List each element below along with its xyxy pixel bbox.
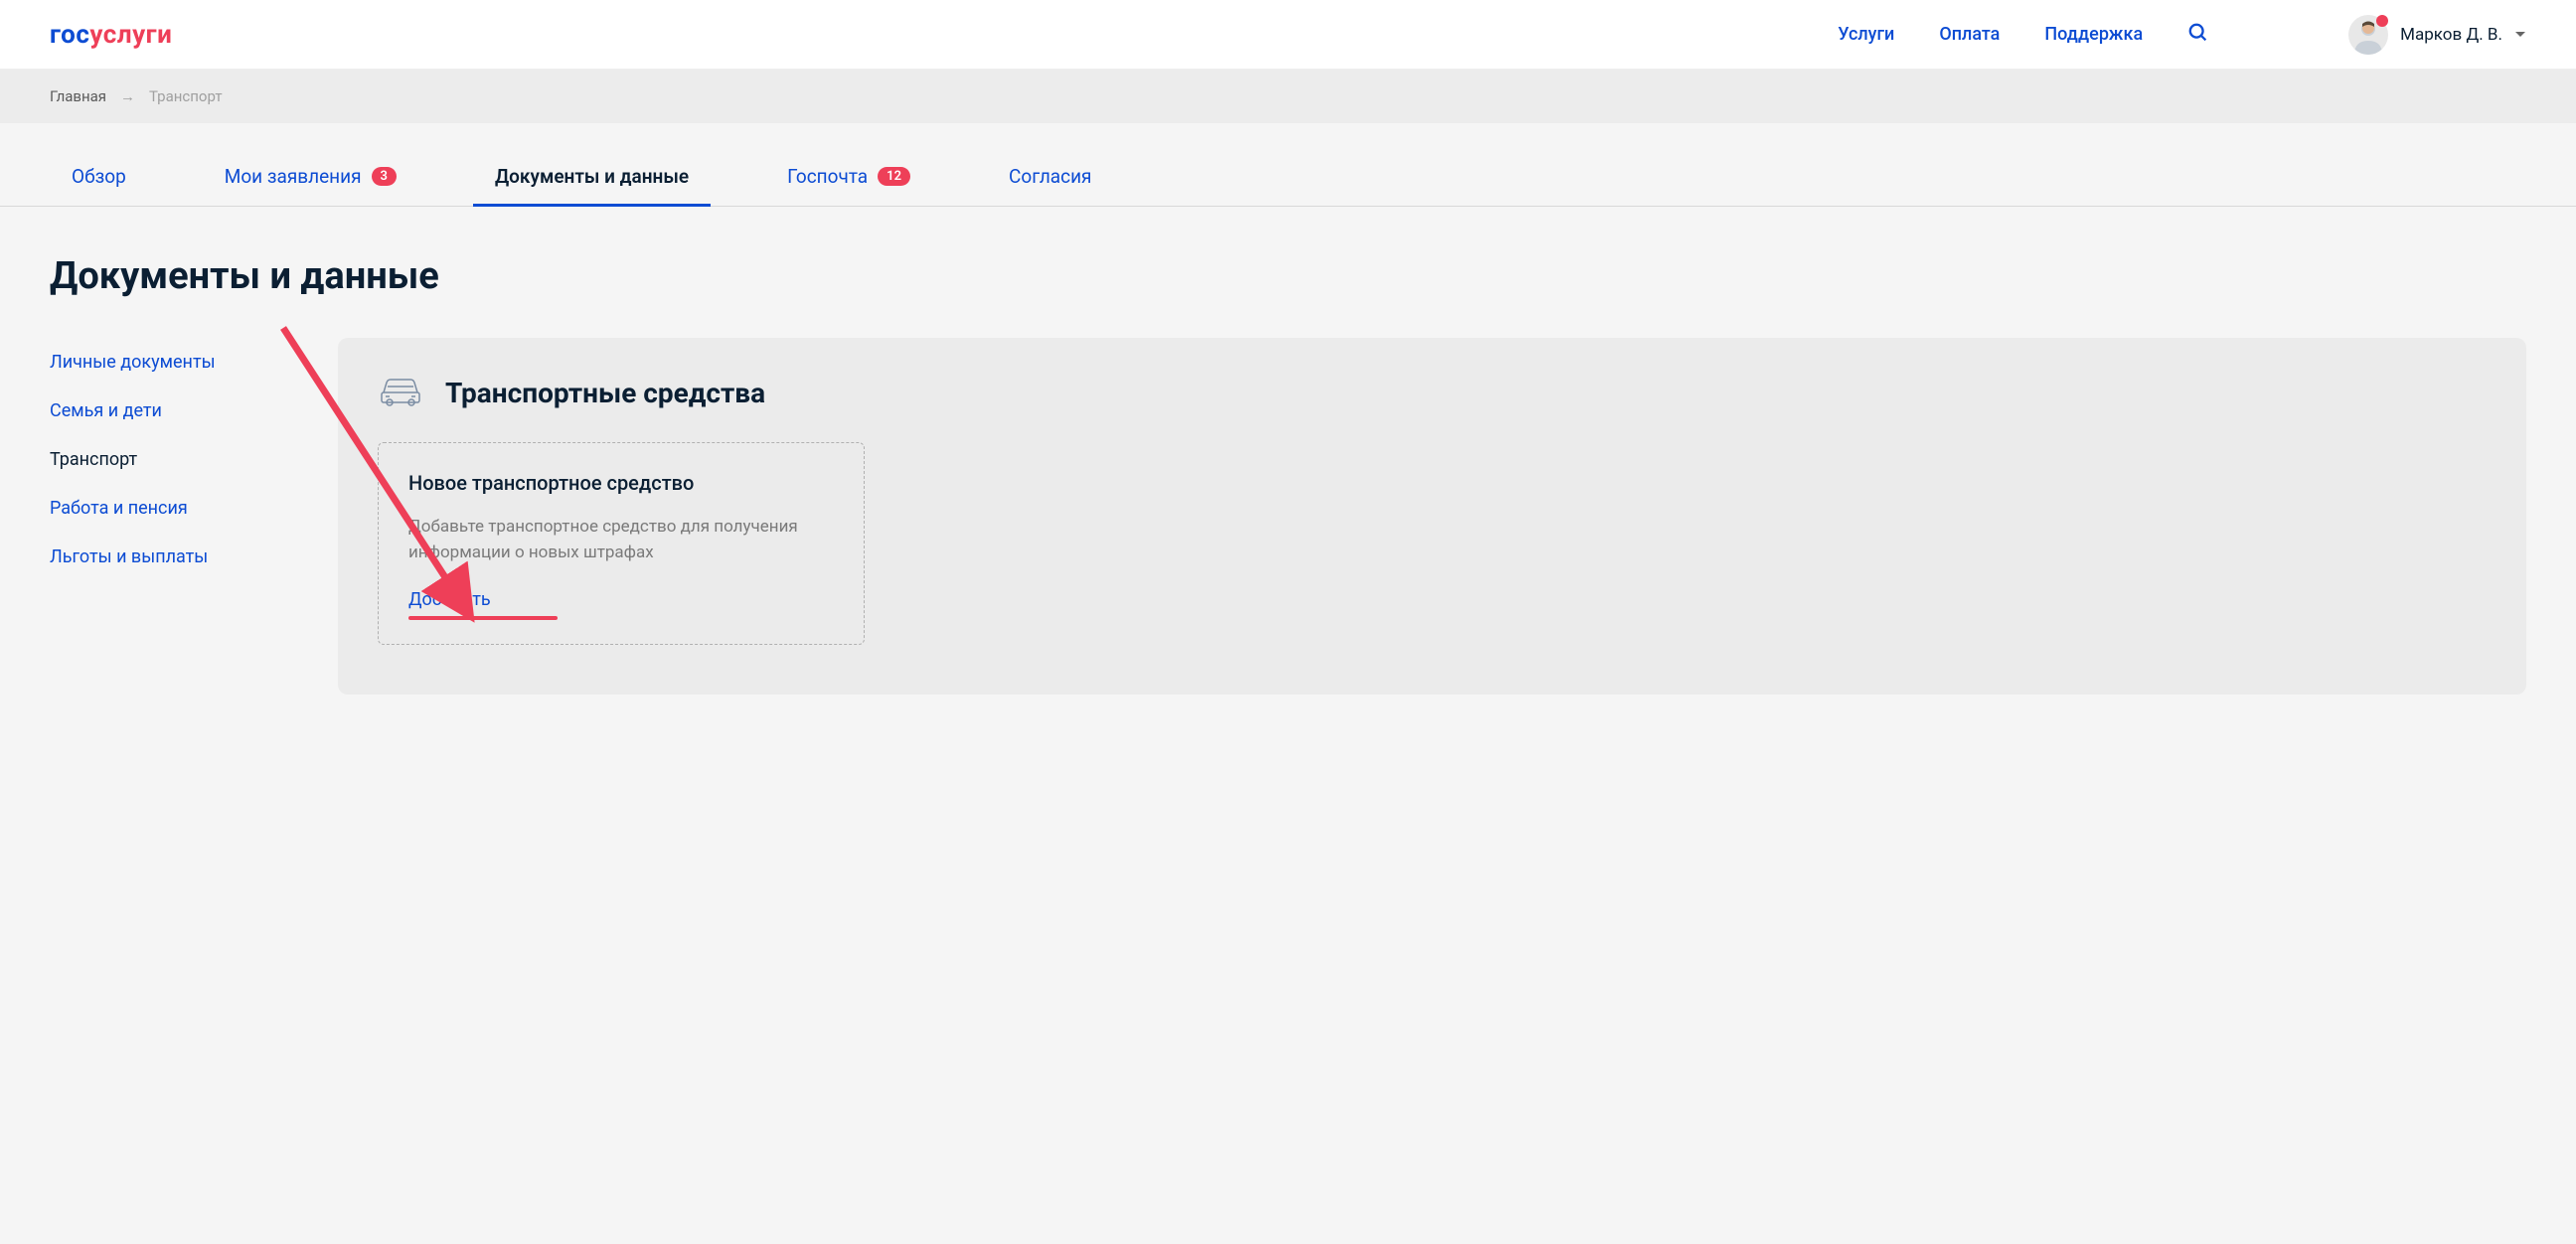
breadcrumb-home[interactable]: Главная bbox=[50, 87, 106, 105]
notification-badge bbox=[2376, 15, 2388, 27]
nav-services[interactable]: Услуги bbox=[1838, 24, 1894, 45]
car-icon bbox=[378, 373, 423, 412]
tab-label: Мои заявления bbox=[225, 165, 362, 188]
sidebar-item-transport[interactable]: Транспорт bbox=[50, 435, 278, 484]
logo-part1: гос bbox=[50, 20, 89, 50]
tabs-bar: Обзор Мои заявления 3 Документы и данные… bbox=[0, 165, 2576, 207]
tab-gospochta[interactable]: Госпочта 12 bbox=[765, 165, 932, 206]
page-title: Документы и данные bbox=[0, 207, 2576, 338]
tabs: Обзор Мои заявления 3 Документы и данные… bbox=[50, 165, 2526, 206]
header: госуслуги Услуги Оплата Поддержка Марков… bbox=[0, 0, 2576, 70]
tab-consents[interactable]: Согласия bbox=[987, 165, 1113, 206]
breadcrumb-arrow-icon: → bbox=[120, 87, 135, 105]
add-vehicle-card: Новое транспортное средство Добавьте тра… bbox=[378, 442, 865, 645]
logo[interactable]: госуслуги bbox=[50, 20, 172, 50]
content: Личные документы Семья и дети Транспорт … bbox=[0, 338, 2576, 754]
sidebar-item-personal[interactable]: Личные документы bbox=[50, 338, 278, 387]
chevron-down-icon bbox=[2514, 25, 2526, 44]
add-card-title: Новое транспортное средство bbox=[408, 471, 834, 495]
panel-title: Транспортные средства bbox=[445, 377, 765, 409]
tab-label: Согласия bbox=[1009, 165, 1091, 188]
tab-overview[interactable]: Обзор bbox=[50, 165, 148, 206]
tab-label: Госпочта bbox=[787, 165, 868, 188]
tab-badge: 12 bbox=[878, 167, 910, 186]
breadcrumb-bar: Главная → Транспорт bbox=[0, 70, 2576, 123]
breadcrumb: Главная → Транспорт bbox=[50, 87, 2526, 105]
add-card-desc: Добавьте транспортное средство для получ… bbox=[408, 515, 834, 565]
logo-part2: услуги bbox=[89, 20, 172, 50]
sidebar-item-family[interactable]: Семья и дети bbox=[50, 387, 278, 435]
user-name: Марков Д. В. bbox=[2400, 25, 2502, 45]
sidebar-item-benefits[interactable]: Льготы и выплаты bbox=[50, 533, 278, 581]
tab-documents[interactable]: Документы и данные bbox=[473, 165, 711, 206]
nav-support[interactable]: Поддержка bbox=[2044, 24, 2143, 45]
tab-applications[interactable]: Мои заявления 3 bbox=[203, 165, 418, 206]
search-icon[interactable] bbox=[2187, 22, 2209, 48]
tab-badge: 3 bbox=[372, 167, 397, 186]
main-panel: Транспортные средства Новое транспортное… bbox=[338, 338, 2526, 695]
panel-header: Транспортные средства bbox=[378, 373, 2487, 412]
breadcrumb-current: Транспорт bbox=[149, 87, 223, 105]
annotation-underline bbox=[408, 616, 558, 620]
add-button[interactable]: Добавить bbox=[408, 589, 491, 610]
avatar-wrap bbox=[2348, 15, 2388, 55]
tab-label: Документы и данные bbox=[495, 165, 689, 188]
tab-label: Обзор bbox=[72, 165, 126, 188]
sidebar-item-work[interactable]: Работа и пенсия bbox=[50, 484, 278, 533]
sidebar: Личные документы Семья и дети Транспорт … bbox=[50, 338, 278, 695]
user-menu[interactable]: Марков Д. В. bbox=[2348, 15, 2526, 55]
header-nav: Услуги Оплата Поддержка bbox=[1838, 22, 2209, 48]
nav-payment[interactable]: Оплата bbox=[1939, 24, 2000, 45]
